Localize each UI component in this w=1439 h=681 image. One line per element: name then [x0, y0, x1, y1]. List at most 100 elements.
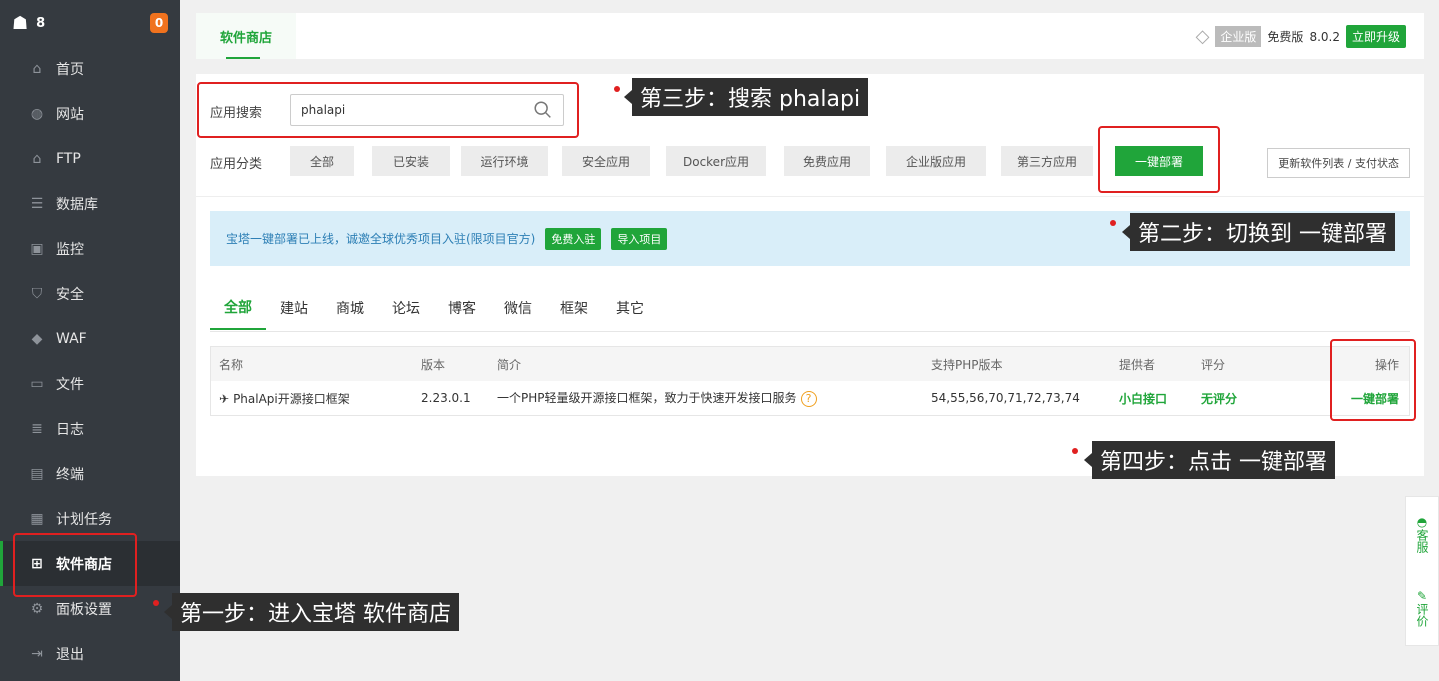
- notification-badge[interactable]: 0: [150, 13, 168, 33]
- free-join-button[interactable]: 免费入驻: [545, 227, 602, 250]
- sidebar-item-label: 面板设置: [56, 601, 112, 618]
- folder-icon: ▭: [30, 375, 44, 392]
- annotation-dot: [1072, 448, 1078, 454]
- subtab-4[interactable]: 博客: [434, 286, 490, 330]
- upgrade-button[interactable]: 立即升级: [1345, 25, 1406, 48]
- sidebar-item-4[interactable]: ▣ 监控: [0, 226, 180, 271]
- annotation-step3: 第三步：搜索 phalapi: [623, 78, 869, 116]
- table-row: ✈ PhalApi开源接口框架 2.23.0.1 一个PHP轻量级开源接口框架，致…: [211, 381, 1409, 415]
- subtab-2[interactable]: 商城: [322, 286, 378, 330]
- th-rating: 评分: [1201, 357, 1226, 372]
- annotation-dot: [614, 86, 620, 92]
- sidebar-item-6[interactable]: ◆ WAF: [0, 316, 180, 361]
- app-php: 54,55,56,70,71,72,73,74: [931, 391, 1080, 405]
- calendar-icon: ▦: [30, 510, 44, 527]
- sidebar-item-9[interactable]: ▤ 终端: [0, 451, 180, 496]
- th-desc: 简介: [497, 357, 522, 372]
- edit-icon: ✎: [1416, 589, 1428, 603]
- app-rating[interactable]: 无评分: [1201, 390, 1237, 407]
- annotation-dot: [1110, 220, 1116, 226]
- feedback-button[interactable]: ✎ 评价: [1415, 589, 1429, 627]
- sidebar-item-7[interactable]: ▭ 文件: [0, 361, 180, 406]
- sidebar-item-1[interactable]: ◍ 网站: [0, 91, 180, 136]
- category-button-2[interactable]: 运行环境: [461, 146, 548, 176]
- annotation-box-deploy-category: [1098, 126, 1220, 193]
- customer-service-button[interactable]: ◓ 客服: [1415, 515, 1429, 553]
- divider: [196, 196, 1424, 197]
- app-name: PhalApi开源接口框架: [233, 391, 350, 406]
- help-icon[interactable]: ?: [800, 390, 817, 407]
- app-desc: 一个PHP轻量级开源接口框架，致力于快速开发接口服务: [497, 391, 797, 406]
- diamond-icon: ◇: [1195, 26, 1210, 47]
- app-version: 2.23.0.1: [421, 391, 471, 405]
- subtab-7[interactable]: 其它: [602, 286, 658, 330]
- refresh-list-button[interactable]: 更新软件列表 / 支付状态: [1267, 148, 1410, 178]
- notice-text: 宝塔一键部署已上线，诚邀全球优秀项目入驻(限项目官方): [226, 232, 536, 246]
- sidebar-item-2[interactable]: ⌂ FTP: [0, 136, 180, 181]
- app-desc-cell: 一个PHP轻量级开源接口框架，致力于快速开发接口服务?: [497, 389, 817, 407]
- table-header: 名称 版本 简介 支持PHP版本 提供者 评分 操作: [211, 347, 1409, 381]
- enterprise-tag[interactable]: 企业版: [1215, 26, 1262, 47]
- subtab-6[interactable]: 框架: [546, 286, 602, 330]
- category-label: 应用分类: [210, 157, 263, 172]
- import-project-button[interactable]: 导入项目: [611, 227, 668, 250]
- category-button-4[interactable]: Docker应用: [666, 146, 766, 176]
- subtab-3[interactable]: 论坛: [378, 286, 434, 330]
- customer-service-label: 客服: [1415, 529, 1429, 553]
- database-icon: ☰: [30, 195, 44, 212]
- category-button-1[interactable]: 已安装: [372, 146, 450, 176]
- waf-shield-icon: ◆: [31, 330, 43, 347]
- th-provider: 提供者: [1119, 357, 1156, 372]
- feedback-label: 评价: [1415, 603, 1429, 627]
- sidebar-header: ☗ 8 0: [0, 0, 180, 46]
- category-button-5[interactable]: 免费应用: [784, 146, 870, 176]
- subtab-0[interactable]: 全部: [210, 286, 266, 330]
- monitor-icon: ▣: [30, 240, 44, 257]
- gear-icon: ⚙: [30, 600, 44, 617]
- category-button-0[interactable]: 全部: [290, 146, 354, 176]
- sidebar-item-3[interactable]: ☰ 数据库: [0, 181, 180, 226]
- phalapi-logo-icon: ✈: [219, 391, 230, 406]
- free-edition-label: 免费版: [1267, 30, 1304, 44]
- tab-software-store[interactable]: 软件商店: [196, 13, 296, 59]
- annotation-step2: 第二步：切换到 一键部署: [1122, 213, 1395, 251]
- shield-icon: ⛉: [31, 285, 43, 302]
- top-header: 软件商店 ◇ 企业版 免费版 8.0.2 立即升级: [196, 13, 1424, 59]
- sidebar-item-label: 首页: [56, 61, 84, 78]
- sidebar-item-label: WAF: [56, 330, 87, 347]
- bt-logo-icon: ☗: [12, 12, 29, 34]
- floating-sidebar: ◓ 客服 ✎ 评价: [1405, 496, 1439, 646]
- sidebar-item-label: 计划任务: [56, 511, 112, 528]
- server-name: 8: [36, 15, 46, 31]
- sidebar-item-13[interactable]: ⇥ 退出: [0, 631, 180, 676]
- annotation-box-store: [13, 533, 137, 597]
- annotation-box-search: [197, 82, 579, 138]
- annotation-box-deploy-action: [1330, 339, 1416, 421]
- category-button-6[interactable]: 企业版应用: [886, 146, 986, 176]
- th-version: 版本: [421, 357, 446, 372]
- version-label: 8.0.2: [1309, 29, 1340, 44]
- sidebar-item-label: 数据库: [56, 196, 98, 213]
- sidebar-item-label: 日志: [56, 421, 84, 438]
- edition-info: ◇ 企业版 免费版 8.0.2 立即升级: [1196, 25, 1406, 48]
- sidebar-item-label: 监控: [56, 241, 84, 258]
- headset-icon: ◓: [1416, 515, 1428, 529]
- subtab-5[interactable]: 微信: [490, 286, 546, 330]
- subtab-bar: 全部 建站 商城 论坛 博客 微信 框架 其它: [210, 286, 1410, 332]
- sidebar-item-label: 文件: [56, 376, 84, 393]
- category-button-7[interactable]: 第三方应用: [1001, 146, 1093, 176]
- sidebar-item-label: 网站: [56, 106, 84, 123]
- subtab-1[interactable]: 建站: [266, 286, 322, 330]
- app-name-cell: ✈ PhalApi开源接口框架: [219, 390, 350, 407]
- app-provider-link[interactable]: 小白接口: [1119, 390, 1167, 407]
- sidebar-item-8[interactable]: ≣ 日志: [0, 406, 180, 451]
- ftp-icon: ⌂: [32, 150, 42, 167]
- log-icon: ≣: [31, 420, 43, 437]
- category-button-3[interactable]: 安全应用: [562, 146, 650, 176]
- home-icon: ⌂: [32, 60, 42, 77]
- sidebar-item-0[interactable]: ⌂ 首页: [0, 46, 180, 91]
- sidebar-item-5[interactable]: ⛉ 安全: [0, 271, 180, 316]
- app-table: 名称 版本 简介 支持PHP版本 提供者 评分 操作 ✈ PhalApi开源接口框…: [210, 346, 1410, 416]
- sidebar-item-label: 安全: [56, 286, 84, 303]
- globe-icon: ◍: [30, 105, 44, 122]
